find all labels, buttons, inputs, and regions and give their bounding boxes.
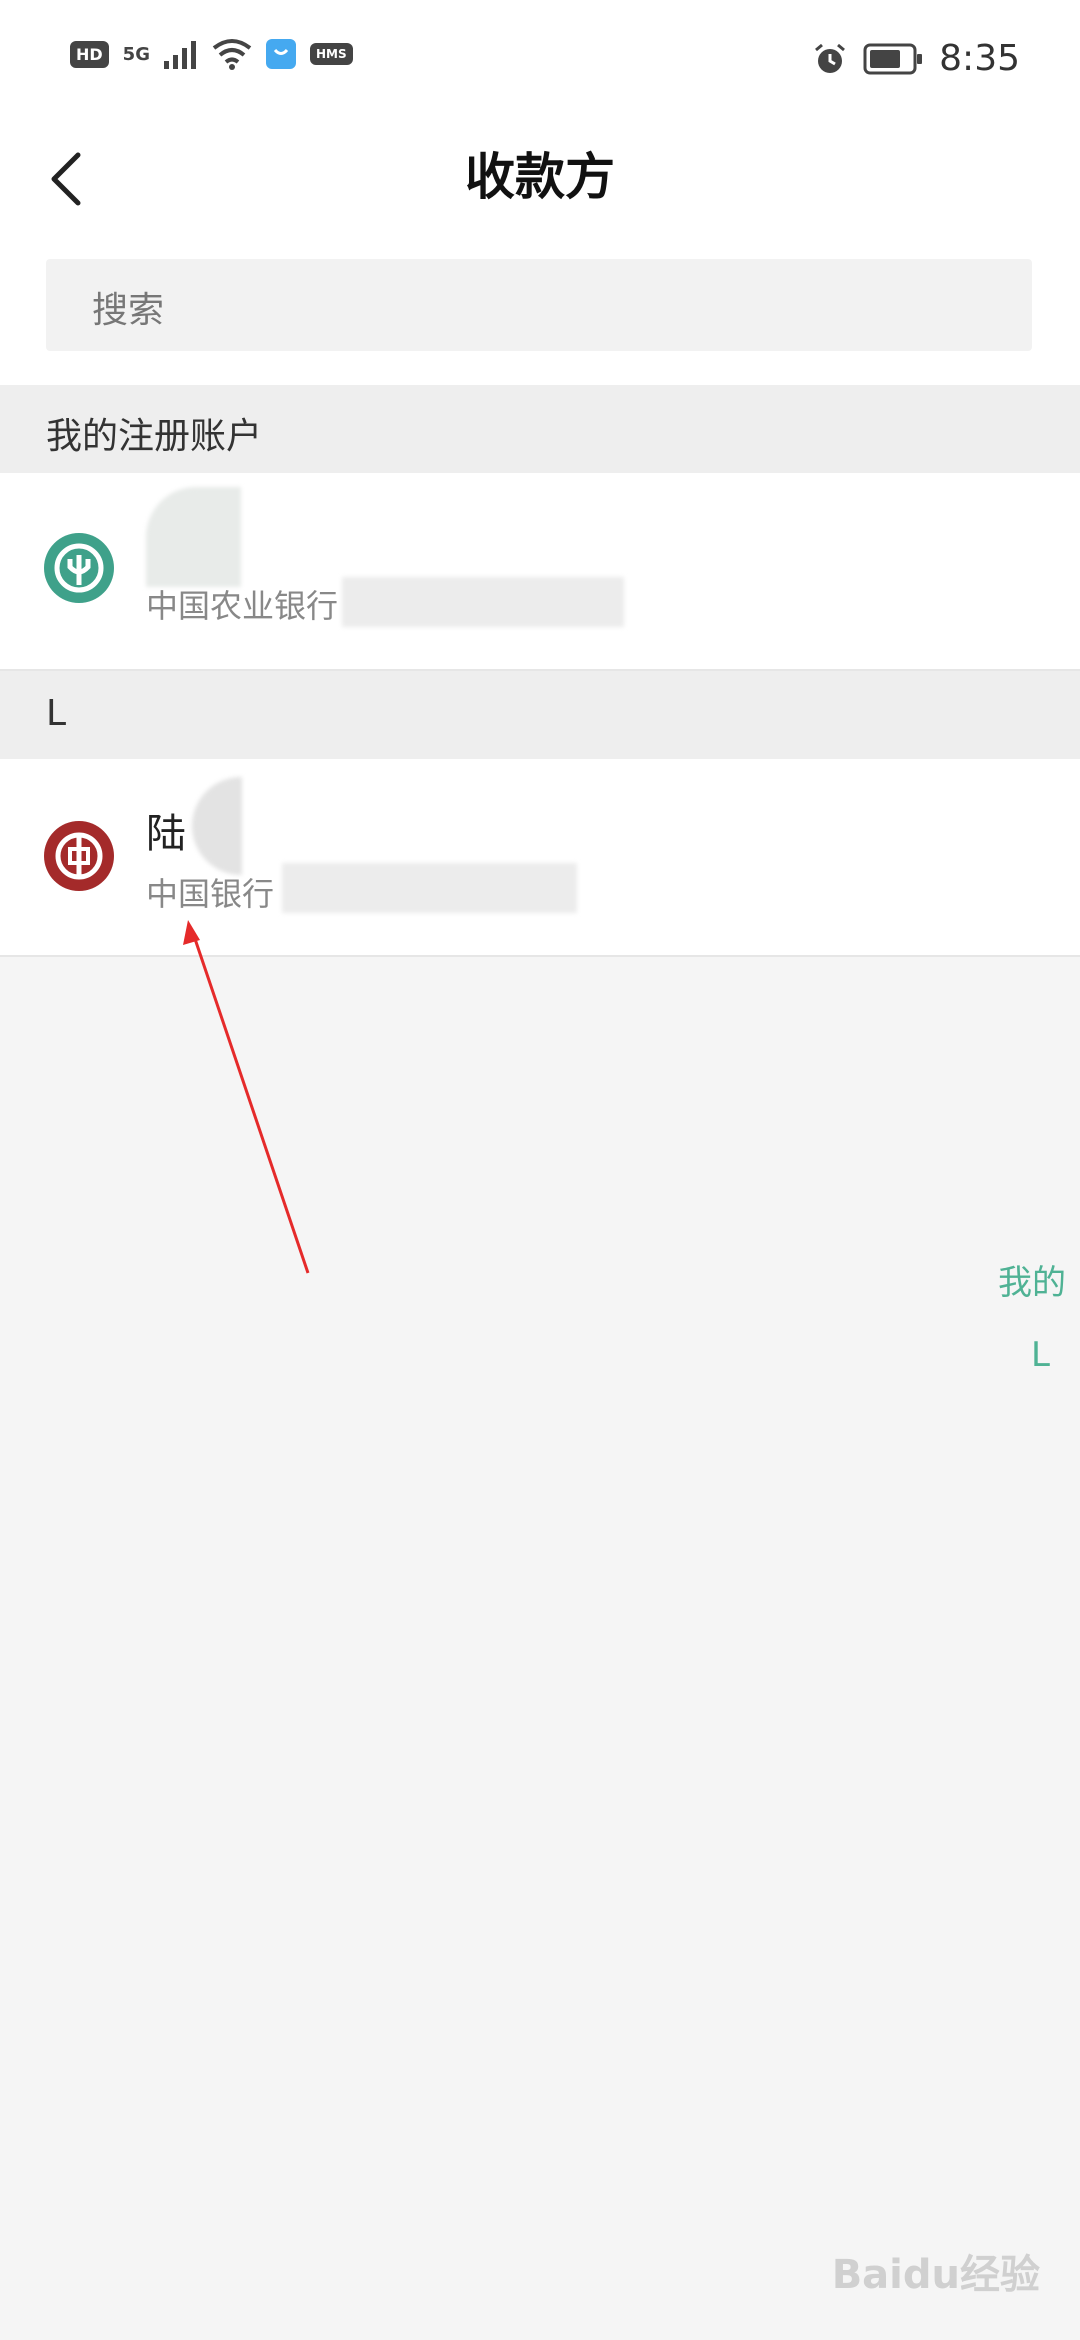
annotation-arrow-icon: [183, 920, 310, 1274]
watermark: Baidu经验: [831, 2252, 1040, 2298]
